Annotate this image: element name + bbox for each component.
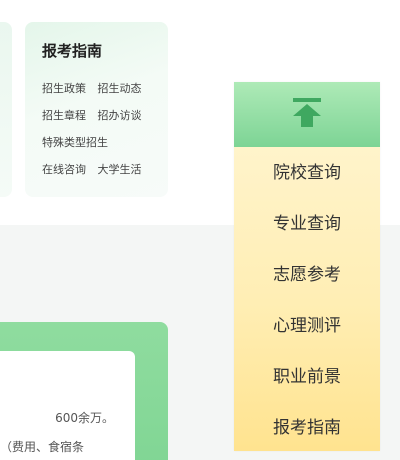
guide-row: 在线咨询 大学生活 xyxy=(42,161,142,177)
nav-item-application-guide[interactable]: 报考指南 xyxy=(234,408,380,448)
guide-row: 特殊类型招生 xyxy=(42,134,108,150)
guide-link-college-life[interactable]: 大学生活 xyxy=(98,161,142,177)
guide-link-online-consult[interactable]: 在线咨询 xyxy=(42,161,86,177)
guide-link-policy[interactable]: 招生政策 xyxy=(42,80,86,96)
content-text-line: 600余万。 xyxy=(55,411,114,425)
nav-item-school-search[interactable]: 院校查询 xyxy=(234,153,380,193)
guide-row: 招生政策 招生动态 xyxy=(42,80,142,96)
guide-title: 报考指南 xyxy=(42,42,103,60)
guide-link-charter[interactable]: 招生章程 xyxy=(42,107,86,123)
back-to-top-icon xyxy=(293,98,321,127)
nav-item-major-search[interactable]: 专业查询 xyxy=(234,204,380,244)
nav-item-psych-test[interactable]: 心理测评 xyxy=(234,306,380,346)
nav-item-application-reference[interactable]: 志愿参考 xyxy=(234,255,380,295)
guide-link-interview[interactable]: 招办访谈 xyxy=(98,107,142,123)
guide-row: 招生章程 招办访谈 xyxy=(42,107,142,123)
side-nav: 院校查询 专业查询 志愿参考 心理测评 职业前景 报考指南 xyxy=(234,82,380,451)
guide-card: 报考指南 招生政策 招生动态 招生章程 招办访谈 特殊类型招生 在线咨询 大学生… xyxy=(25,22,168,197)
nav-item-career-prospects[interactable]: 职业前景 xyxy=(234,357,380,397)
page: 报考指南 招生政策 招生动态 招生章程 招办访谈 特殊类型招生 在线咨询 大学生… xyxy=(0,0,400,460)
back-to-top-button[interactable] xyxy=(234,82,380,147)
content-text-line: （费用、食宿条 xyxy=(0,440,85,454)
guide-link-special-admission[interactable]: 特殊类型招生 xyxy=(42,134,108,150)
left-partial-card xyxy=(0,22,12,197)
guide-link-news[interactable]: 招生动态 xyxy=(98,80,142,96)
